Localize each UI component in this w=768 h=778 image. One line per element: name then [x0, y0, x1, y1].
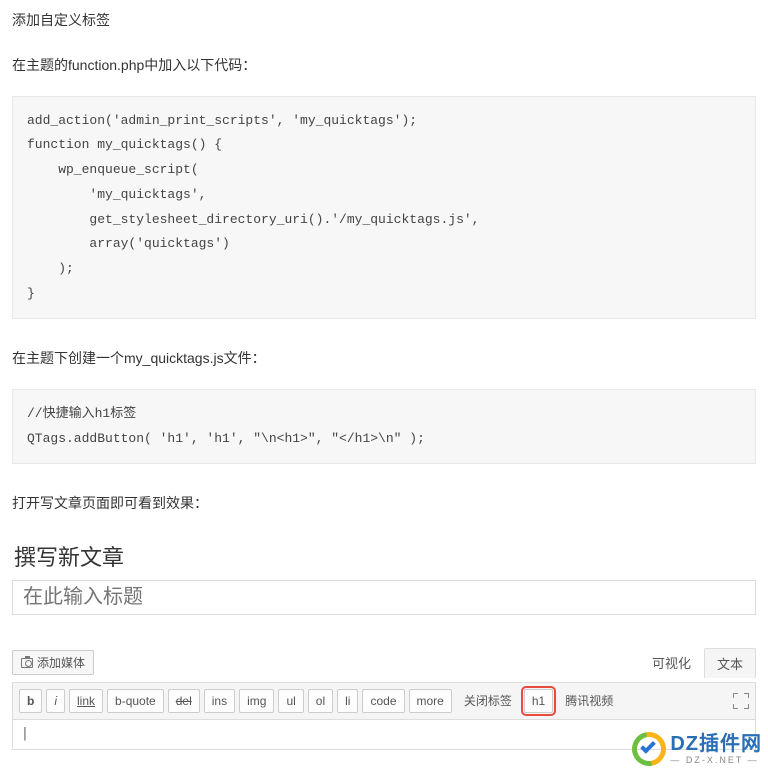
qt-del-button[interactable]: del — [168, 689, 200, 713]
editor-page-title: 撰写新文章 — [12, 534, 756, 580]
fullscreen-icon[interactable] — [733, 693, 749, 709]
qt-img-button[interactable]: img — [239, 689, 274, 713]
editor-textarea[interactable]: | — [12, 720, 756, 750]
watermark-sub-text: — DZ-X.NET — — [670, 756, 762, 765]
section-heading: 添加自定义标签 — [12, 10, 756, 30]
qt-italic-button[interactable]: i — [46, 689, 65, 713]
qt-ol-button[interactable]: ol — [308, 689, 333, 713]
qt-close-tags-button[interactable]: 关闭标签 — [456, 690, 520, 712]
qt-li-button[interactable]: li — [337, 689, 358, 713]
post-title-input[interactable] — [12, 580, 756, 615]
qt-h1-button[interactable]: h1 — [524, 689, 553, 713]
qt-more-button[interactable]: more — [409, 689, 452, 713]
code-block-js: //快捷输入h1标签 QTags.addButton( 'h1', 'h1', … — [12, 389, 756, 464]
tab-text[interactable]: 文本 — [704, 648, 756, 678]
qt-blockquote-button[interactable]: b-quote — [107, 689, 164, 713]
qt-ul-button[interactable]: ul — [278, 689, 303, 713]
qt-code-button[interactable]: code — [362, 689, 404, 713]
add-media-button[interactable]: 添加媒体 — [12, 650, 94, 675]
text-cursor: | — [21, 726, 29, 741]
quicktags-toolbar: b i link b-quote del ins img ul ol li co… — [12, 682, 756, 720]
qt-ins-button[interactable]: ins — [204, 689, 235, 713]
paragraph-3: 打开写文章页面即可看到效果： — [12, 492, 756, 516]
qt-tencent-video-button[interactable]: 腾讯视频 — [557, 690, 621, 712]
add-media-label: 添加媒体 — [37, 654, 85, 671]
paragraph-2: 在主题下创建一个my_quicktags.js文件： — [12, 347, 756, 371]
code-block-php: add_action('admin_print_scripts', 'my_qu… — [12, 96, 756, 320]
qt-bold-button[interactable]: b — [19, 689, 42, 713]
paragraph-1: 在主题的function.php中加入以下代码： — [12, 54, 756, 78]
camera-icon — [21, 658, 33, 668]
wp-editor-screenshot: 撰写新文章 添加媒体 可视化 文本 b i link b-quote del i… — [12, 534, 756, 750]
tab-visual[interactable]: 可视化 — [639, 647, 704, 678]
editor-mode-tabs: 可视化 文本 — [639, 647, 756, 678]
qt-link-button[interactable]: link — [69, 689, 103, 713]
